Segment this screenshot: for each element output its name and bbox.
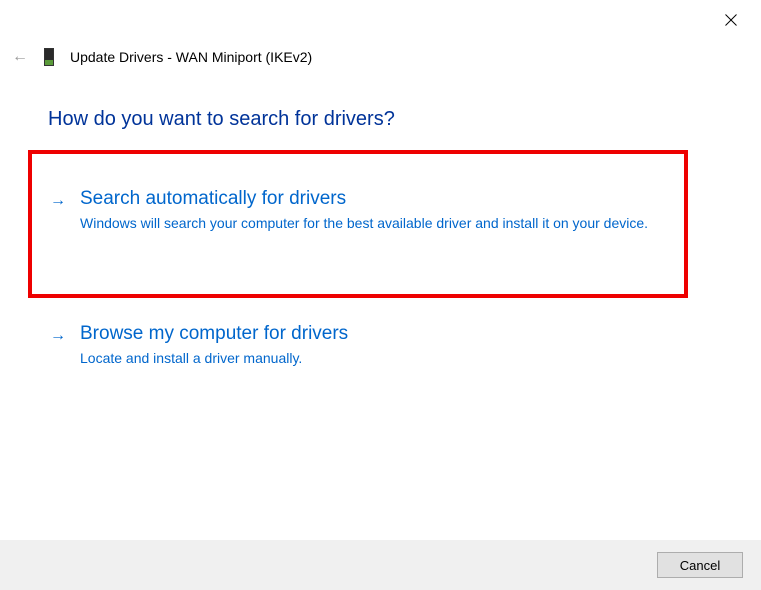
- option-search-automatically[interactable]: → Search automatically for drivers Windo…: [50, 187, 660, 233]
- back-arrow-icon: ←: [12, 48, 28, 66]
- option-browse-computer[interactable]: → Browse my computer for drivers Locate …: [50, 322, 660, 368]
- option-title: Search automatically for drivers: [80, 187, 660, 212]
- device-icon: [44, 48, 54, 66]
- close-button[interactable]: [721, 10, 741, 30]
- option-content: Search automatically for drivers Windows…: [80, 187, 660, 233]
- option-content: Browse my computer for drivers Locate an…: [80, 322, 660, 368]
- option-description: Locate and install a driver manually.: [80, 349, 660, 369]
- header: ← Update Drivers - WAN Miniport (IKEv2): [12, 48, 312, 66]
- arrow-right-icon: →: [50, 192, 66, 210]
- footer: Cancel: [0, 540, 761, 590]
- close-icon: [725, 14, 737, 26]
- arrow-right-icon: →: [50, 327, 66, 345]
- page-heading: How do you want to search for drivers?: [48, 108, 395, 131]
- option-title: Browse my computer for drivers: [80, 322, 660, 347]
- window-title: Update Drivers - WAN Miniport (IKEv2): [70, 49, 312, 65]
- cancel-button[interactable]: Cancel: [657, 552, 743, 578]
- option-description: Windows will search your computer for th…: [80, 214, 660, 234]
